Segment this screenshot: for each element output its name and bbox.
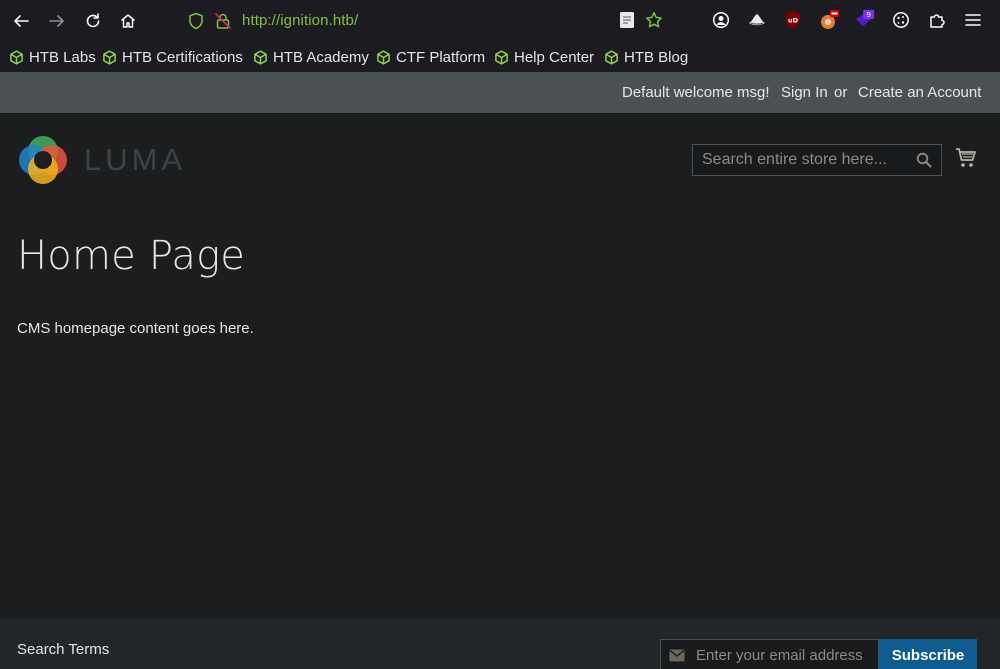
newsletter-field	[660, 639, 879, 669]
bookmark-label: CTF Platform	[396, 48, 486, 66]
htb-cube-icon	[495, 49, 508, 65]
cms-content: CMS homepage content goes here.	[17, 320, 254, 337]
bookmark-label: HTB Blog	[624, 48, 689, 66]
bookmark-label: HTB Academy	[273, 48, 369, 66]
forward-icon[interactable]	[45, 9, 69, 33]
htb-cube-icon	[103, 49, 116, 65]
bookmark-label: Help Center	[514, 48, 595, 66]
envelope-icon	[669, 649, 685, 662]
extension-hat-icon[interactable]	[746, 9, 768, 31]
store-panel-header: Default welcome msg! Sign In or Create a…	[0, 72, 1000, 113]
welcome-message: Default welcome msg!	[622, 84, 770, 101]
htb-cube-icon	[254, 49, 267, 65]
bookmark-label: HTB Certifications	[122, 48, 243, 66]
store-search-box	[692, 144, 942, 176]
wappalyzer-icon[interactable]: 9	[854, 9, 876, 31]
browser-toolbar: http://ignition.htb/ uD 9	[0, 0, 1000, 42]
bookmark-htb-academy[interactable]: HTB Academy	[253, 47, 369, 67]
shopping-cart-icon[interactable]	[955, 147, 977, 169]
account-icon[interactable]	[710, 9, 732, 31]
ublock-origin-icon[interactable]: uD	[782, 9, 804, 31]
htb-cube-icon	[377, 49, 390, 65]
app-menu-hamburger-icon[interactable]	[962, 9, 984, 31]
newsletter-email-input[interactable]	[691, 640, 876, 669]
cookie-editor-icon[interactable]	[890, 9, 912, 31]
store-search-input[interactable]	[693, 145, 908, 175]
sign-in-link[interactable]: Sign In	[781, 84, 828, 101]
search-terms-link[interactable]: Search Terms	[17, 641, 109, 658]
htb-cube-icon	[605, 49, 618, 65]
bookmark-htb-blog[interactable]: HTB Blog	[604, 47, 688, 67]
back-icon[interactable]	[9, 9, 33, 33]
bookmark-label: HTB Labs	[29, 48, 96, 66]
bookmark-ctf-platform[interactable]: CTF Platform	[376, 47, 485, 67]
bookmark-htb-labs[interactable]: HTB Labs	[9, 47, 96, 67]
subscribe-button[interactable]: Subscribe	[879, 639, 977, 669]
extension-badge-count: 9	[866, 10, 871, 19]
insecure-lock-icon[interactable]	[214, 12, 232, 34]
bookmark-star-icon[interactable]	[643, 9, 665, 31]
bookmark-help-center[interactable]: Help Center	[494, 47, 594, 67]
search-icon[interactable]	[916, 152, 932, 168]
page-title: Home Page	[17, 233, 246, 279]
luma-logo-text[interactable]: LUMA	[84, 142, 186, 178]
bookmark-htb-certifications[interactable]: HTB Certifications	[102, 47, 243, 67]
htb-cube-icon	[10, 49, 23, 65]
reload-icon[interactable]	[81, 9, 105, 33]
or-separator: or	[834, 84, 848, 101]
url-text[interactable]: http://ignition.htb/	[242, 12, 358, 29]
tracking-protection-shield-icon[interactable]	[188, 12, 204, 34]
url-host: ignition.htb/	[280, 12, 359, 29]
foxyproxy-icon[interactable]	[818, 9, 840, 31]
reader-view-icon[interactable]	[616, 9, 638, 31]
create-account-link[interactable]: Create an Account	[858, 84, 981, 101]
svg-text:uD: uD	[788, 17, 799, 25]
home-icon[interactable]	[116, 9, 140, 33]
extensions-puzzle-icon[interactable]	[926, 9, 948, 31]
url-scheme: http://	[242, 12, 281, 29]
luma-logo-icon[interactable]	[18, 135, 68, 185]
bookmarks-toolbar: HTB Labs HTB Certifications HTB Academy …	[0, 42, 1000, 72]
